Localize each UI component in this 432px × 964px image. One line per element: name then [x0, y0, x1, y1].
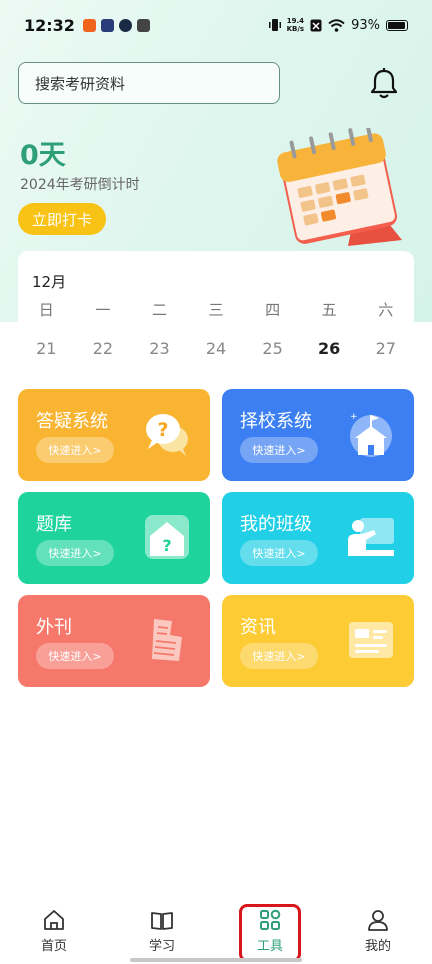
calendar-date[interactable]: 21 — [18, 339, 75, 358]
school-icon: + — [350, 412, 392, 457]
weekday-label: 二 — [151, 301, 167, 319]
notification-app-icon — [136, 18, 150, 32]
tool-tile-foreign-journals[interactable]: 外刊 快速进入> — [18, 595, 210, 687]
quick-enter-button[interactable]: 快速进入> — [36, 540, 114, 566]
tab-label: 学习 — [148, 939, 175, 954]
calendar-card: 12月 日 一 二 三 四 五 六 21 22 23 24 25 26 27 — [18, 251, 414, 371]
notification-app-icon — [100, 18, 114, 32]
weekday-label: 日 — [38, 301, 54, 319]
classroom-teacher-icon — [348, 518, 394, 556]
question-house-icon: ? — [145, 515, 189, 559]
weekday-label: 三 — [208, 301, 224, 319]
calendar-weekdays: 日 一 二 三 四 五 六 — [18, 299, 414, 320]
weekday-label: 一 — [95, 301, 111, 319]
weekday-label: 五 — [321, 301, 337, 319]
status-time: 12:32 — [24, 15, 75, 35]
home-icon — [44, 910, 64, 930]
tab-highlight-box — [239, 904, 301, 962]
search-input[interactable]: 搜索考研资料 — [18, 62, 280, 104]
battery-icon — [386, 19, 408, 31]
calendar-date[interactable]: 24 — [188, 339, 245, 358]
tool-title: 题库 — [36, 514, 72, 535]
news-card-icon — [349, 622, 393, 658]
tab-label: 我的 — [364, 939, 391, 954]
notification-app-icon — [82, 18, 96, 32]
wifi-icon — [328, 18, 345, 32]
calendar-dates: 21 22 23 24 25 26 27 — [18, 339, 414, 358]
tool-tile-school[interactable]: 择校系统 快速进入> + — [222, 389, 414, 481]
tab-mine[interactable]: 我的 — [338, 908, 418, 954]
calendar-date-today[interactable]: 26 — [301, 339, 358, 358]
book-icon — [151, 912, 173, 930]
quick-enter-button[interactable]: 快速进入> — [36, 437, 114, 463]
svg-text:?: ? — [157, 419, 168, 441]
calendar-date[interactable]: 22 — [75, 339, 132, 358]
notification-app-icon — [118, 18, 132, 32]
tool-tile-question-bank[interactable]: 题库 快速进入> ? — [18, 492, 210, 584]
calendar-month: 12月 — [32, 273, 67, 291]
vibrate-icon — [268, 19, 281, 31]
svg-text:?: ? — [162, 536, 171, 555]
tool-tile-my-class[interactable]: 我的班级 快速进入> — [222, 492, 414, 584]
bottom-tab-bar: 首页 学习 工具 我的 — [0, 900, 432, 964]
calendar-date[interactable]: 25 — [244, 339, 301, 358]
tab-label: 首页 — [40, 939, 67, 954]
weekday-label: 四 — [265, 301, 281, 319]
weekday-label: 六 — [378, 301, 394, 319]
search-placeholder: 搜索考研资料 — [35, 74, 126, 93]
checkin-button[interactable]: 立即打卡 — [18, 203, 106, 235]
calendar-illustration-icon — [277, 128, 402, 246]
tool-tile-news[interactable]: 资讯 快速进入> — [222, 595, 414, 687]
quick-enter-button[interactable]: 快速进入> — [240, 437, 318, 463]
newspaper-icon — [152, 619, 182, 661]
svg-text:+: + — [350, 412, 358, 422]
calendar-date[interactable]: 23 — [131, 339, 188, 358]
net-speed: 19.4 KB/s — [287, 17, 304, 33]
status-bar: 12:32 19.4 KB/s 93% — [0, 0, 432, 50]
quick-enter-button[interactable]: 快速进入> — [240, 643, 318, 669]
home-indicator[interactable] — [130, 958, 302, 962]
countdown-label: 2024年考研倒计时 — [20, 177, 140, 193]
quick-enter-button[interactable]: 快速进入> — [240, 540, 318, 566]
no-sim-icon — [310, 19, 322, 31]
question-bubble-icon: ? — [146, 414, 188, 456]
battery-percent: 93% — [351, 17, 380, 33]
tool-title: 外刊 — [36, 617, 72, 638]
tab-home[interactable]: 首页 — [14, 908, 94, 954]
net-speed-unit: KB/s — [286, 25, 305, 33]
net-speed-value: 19.4 — [286, 17, 304, 25]
tool-title: 答疑系统 — [36, 411, 108, 432]
quick-enter-button[interactable]: 快速进入> — [36, 643, 114, 669]
tool-title: 我的班级 — [240, 514, 312, 535]
calendar-date[interactable]: 27 — [357, 339, 414, 358]
user-icon — [368, 910, 388, 931]
tab-study[interactable]: 学习 — [122, 908, 202, 954]
bell-icon[interactable] — [366, 66, 402, 102]
tool-title: 择校系统 — [240, 411, 312, 432]
countdown-days: 0天 — [20, 140, 66, 171]
tool-tile-qa[interactable]: 答疑系统 快速进入> ? — [18, 389, 210, 481]
tool-title: 资讯 — [240, 617, 276, 638]
